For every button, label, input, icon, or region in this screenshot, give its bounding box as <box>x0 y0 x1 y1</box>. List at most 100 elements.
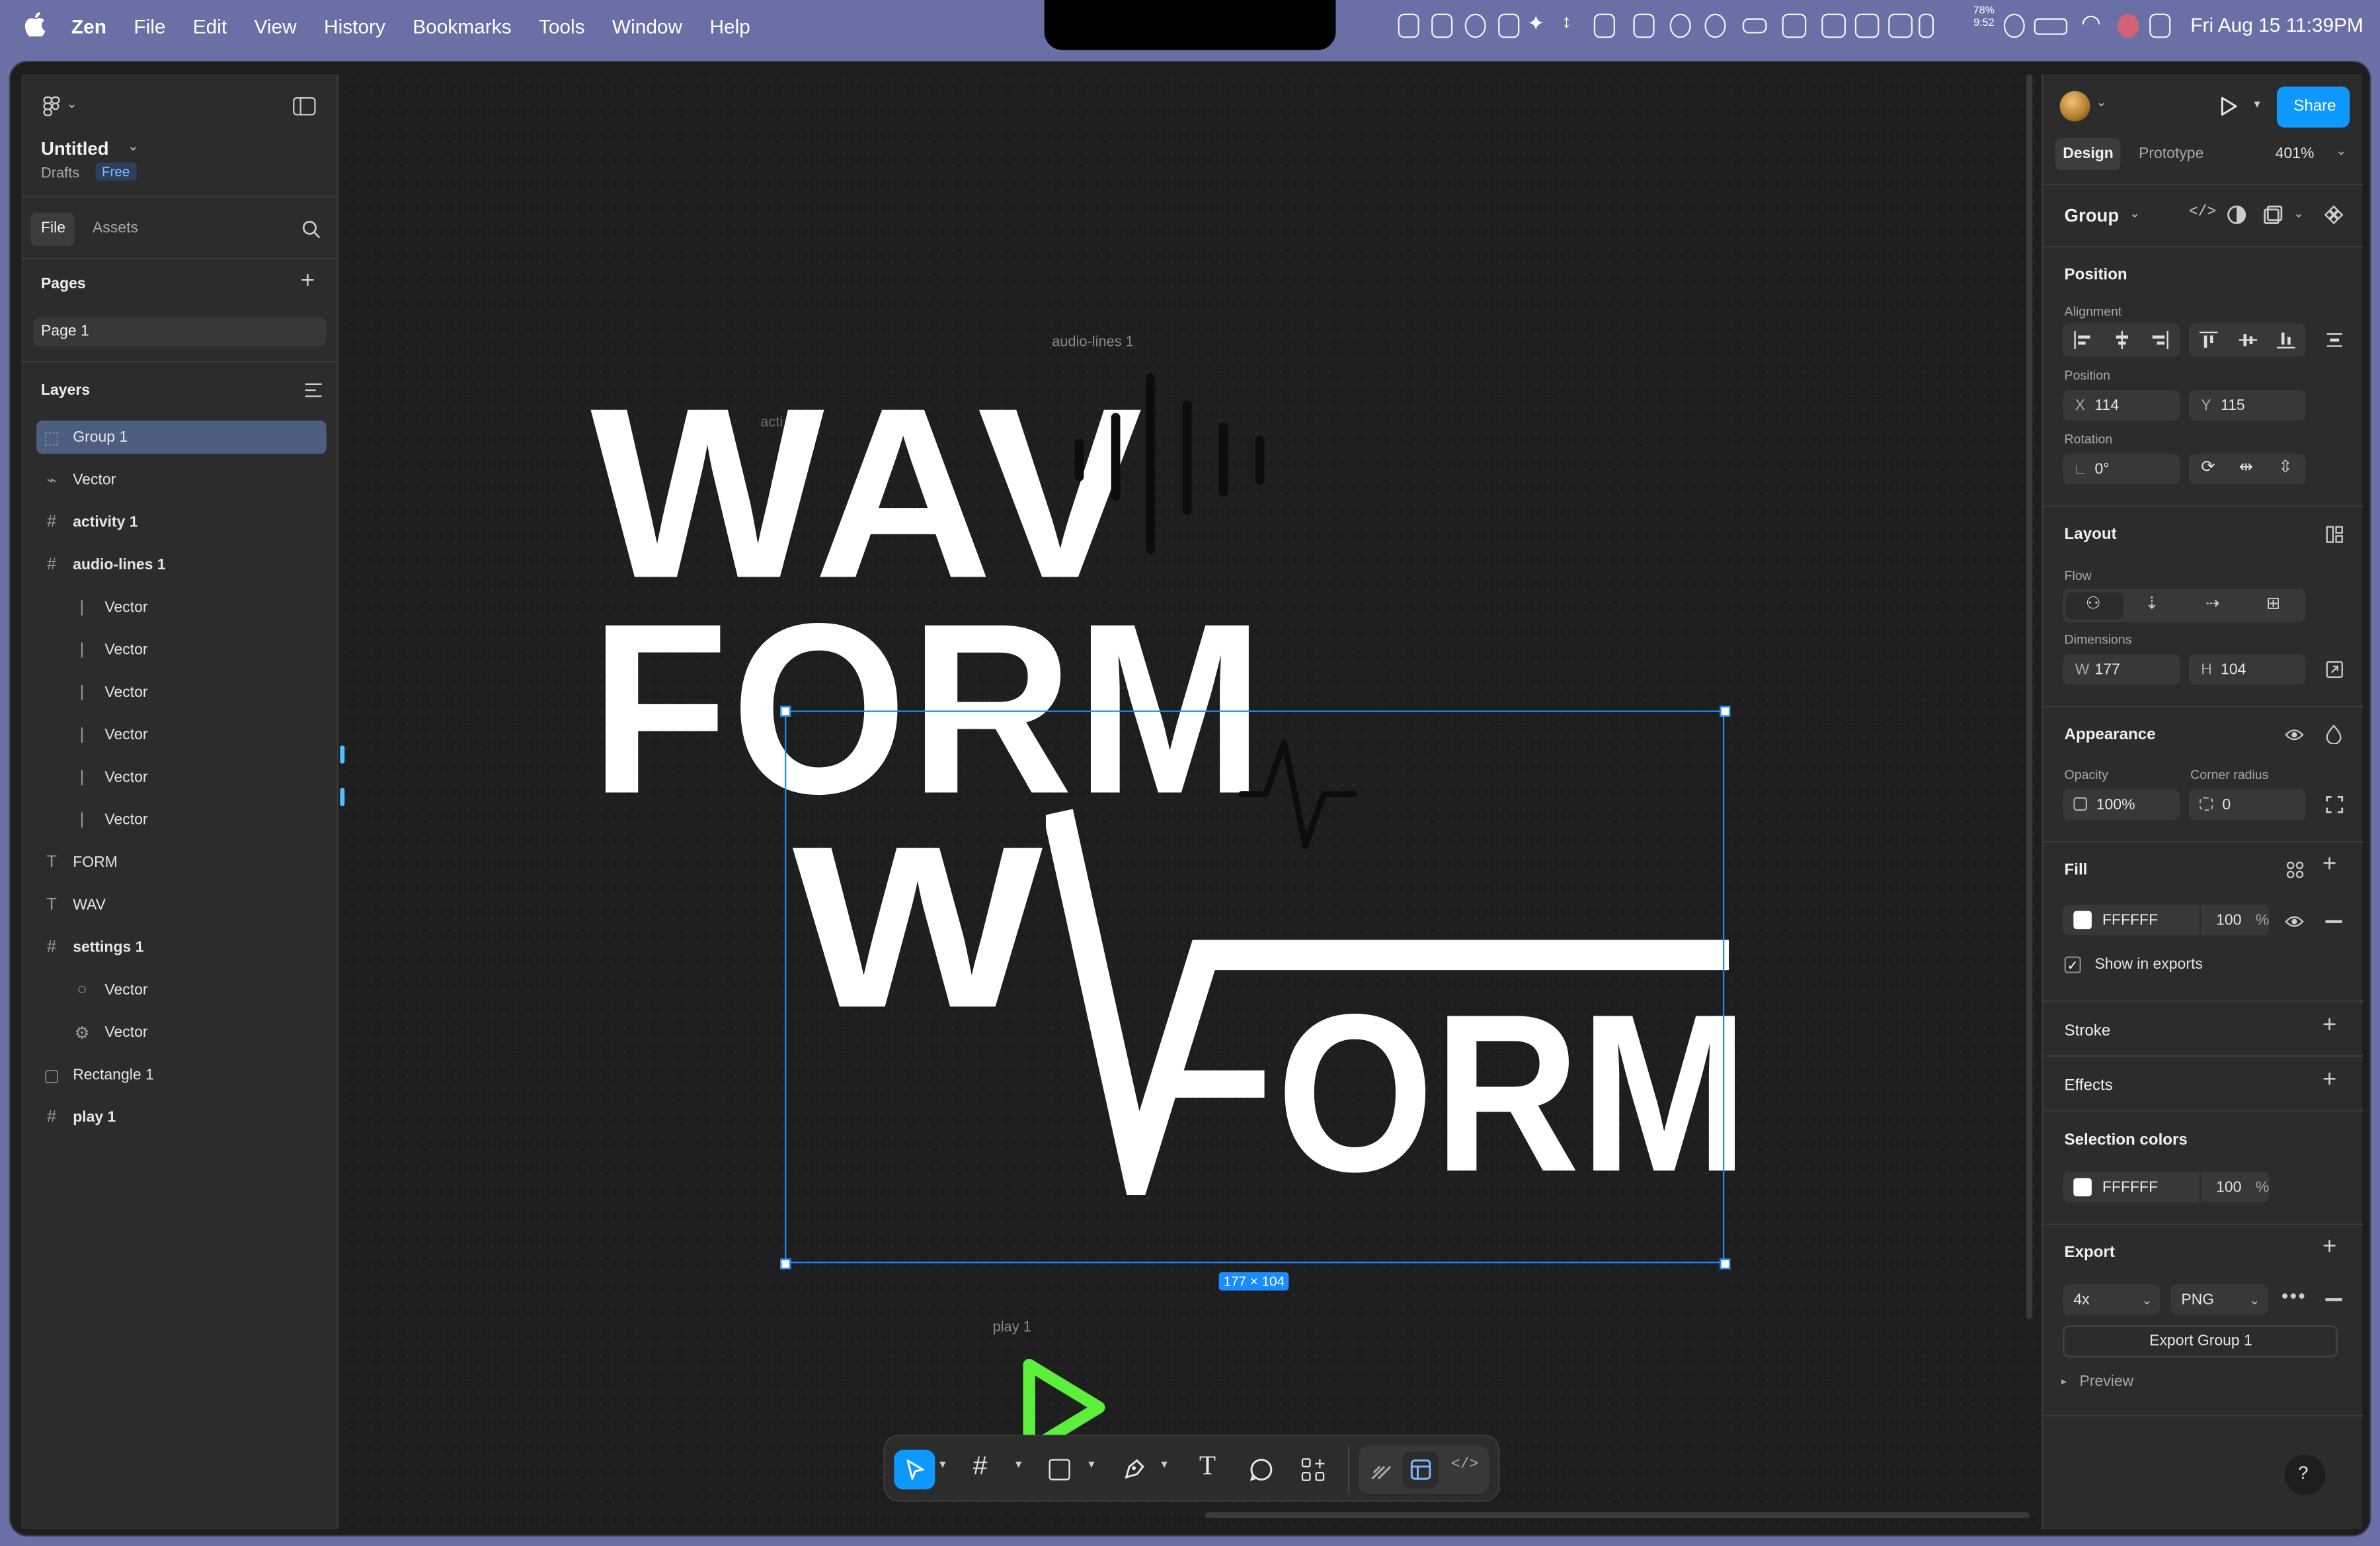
selection-type[interactable]: Group <box>2065 205 2120 226</box>
fill-visibility-eye-icon[interactable] <box>2284 914 2304 929</box>
layer-row[interactable]: ⬚ Group 1 <box>36 420 327 454</box>
selection-type-chevron-icon[interactable]: ⌄ <box>2129 206 2139 220</box>
style-library-icon[interactable] <box>2286 861 2305 879</box>
export-settings-icon[interactable]: ••• <box>2281 1284 2307 1307</box>
status-icon-1[interactable] <box>1398 13 1419 38</box>
flip-horizontal-icon[interactable]: ⇹ <box>2239 457 2253 477</box>
layer-row[interactable]: T WAV <box>36 888 327 922</box>
sparkle-icon[interactable]: ✦ <box>1527 11 1545 36</box>
compass-icon[interactable] <box>1669 13 1691 38</box>
play-circle-icon[interactable] <box>2003 13 2025 38</box>
avatar-chevron-icon[interactable]: ⌄ <box>2096 96 2106 110</box>
file-title[interactable]: Untitled <box>41 138 109 159</box>
dev-mode-icon[interactable]: </> <box>1451 1457 1478 1474</box>
selection-color-row[interactable]: FFFFFF 100 % <box>2063 1172 2270 1203</box>
y-field[interactable]: Y 115 <box>2188 390 2306 421</box>
constrain-proportions-icon[interactable] <box>2325 661 2344 679</box>
resize-handle-br[interactable] <box>1720 1258 1731 1270</box>
frame-tool-icon[interactable]: # <box>973 1451 988 1482</box>
layer-row[interactable]: ⚙ Vector <box>36 1016 327 1049</box>
move-tool-chevron-icon[interactable]: ▾ <box>939 1457 945 1471</box>
avatar[interactable] <box>2059 91 2090 122</box>
fill-swatch[interactable] <box>2073 911 2092 930</box>
text-tool-icon[interactable]: T <box>1199 1450 1216 1482</box>
export-format-select[interactable]: PNG ⌄ <box>2170 1284 2268 1315</box>
figma-logo-icon[interactable] <box>42 96 61 117</box>
preview-toggle[interactable]: Preview <box>2080 1374 2134 1391</box>
add-export-icon[interactable]: + <box>2322 1235 2336 1262</box>
selection-color-opacity[interactable]: 100 <box>2216 1179 2241 1196</box>
shape-tool-chevron-icon[interactable]: ▾ <box>1088 1457 1094 1471</box>
status-icon-3[interactable] <box>1464 13 1486 38</box>
flip-vertical-icon[interactable]: ⇳ <box>2278 457 2292 477</box>
arrows-icon[interactable]: ↕ <box>1562 11 1571 32</box>
flow-grid-icon[interactable]: ⊞ <box>2266 594 2280 614</box>
search-icon[interactable] <box>302 220 321 239</box>
audio-lines-icon[interactable] <box>1053 370 1273 560</box>
zoom-chevron-icon[interactable]: ⌄ <box>2336 144 2346 158</box>
layer-row[interactable]: # audio-lines 1 <box>36 548 327 582</box>
file-title-chevron-icon[interactable]: ⌄ <box>128 138 139 155</box>
component-icon[interactable] <box>2324 205 2344 225</box>
mask-chevron-icon[interactable]: ⌄ <box>2293 206 2303 220</box>
layer-row[interactable]: | Vector <box>36 803 327 837</box>
status-icon-11[interactable] <box>1919 13 1934 38</box>
flow-horizontal-icon[interactable]: ⇢ <box>2205 594 2219 614</box>
present-chevron-icon[interactable]: ▾ <box>2254 97 2260 111</box>
status-icon-4[interactable] <box>1498 13 1520 38</box>
layer-row[interactable]: | Vector <box>36 760 327 794</box>
fill-row[interactable]: FFFFFF 100 % <box>2063 905 2270 936</box>
main-menu-chevron-icon[interactable]: ⌄ <box>67 97 77 111</box>
bed-icon[interactable] <box>1742 18 1767 34</box>
layer-row[interactable]: | Vector <box>36 590 327 624</box>
visibility-eye-icon[interactable] <box>2284 727 2304 743</box>
rectangle-tool-icon[interactable] <box>1049 1459 1070 1481</box>
mask-icon[interactable] <box>2263 205 2283 225</box>
menu-file[interactable]: File <box>134 15 165 37</box>
add-stroke-icon[interactable]: + <box>2322 1012 2336 1039</box>
layer-row[interactable]: ▢ Rectangle 1 <box>36 1058 327 1092</box>
control-center-icon[interactable] <box>2149 13 2171 38</box>
rotate-90-icon[interactable]: ⟳ <box>2201 457 2215 477</box>
layer-row[interactable]: # activity 1 <box>36 506 327 540</box>
draw-mode-icon[interactable] <box>1370 1459 1392 1480</box>
frame-label-audio-lines[interactable]: audio-lines 1 <box>1052 334 1134 350</box>
x-field[interactable]: X 114 <box>2063 390 2180 421</box>
present-play-icon[interactable] <box>2219 96 2238 117</box>
menubar-clock[interactable]: Fri Aug 15 11:39PM <box>2190 14 2363 36</box>
tab-assets[interactable]: Assets <box>93 220 138 237</box>
horizontal-scrollbar[interactable] <box>1205 1512 2030 1518</box>
wifi-icon[interactable]: ◠ <box>2081 9 2101 36</box>
add-page-icon[interactable]: + <box>301 268 315 296</box>
move-tool-button[interactable] <box>894 1449 935 1490</box>
tab-design[interactable]: Design <box>2063 145 2114 162</box>
blend-mode-icon[interactable] <box>2325 724 2342 745</box>
remove-fill-icon[interactable] <box>2325 920 2342 922</box>
code-icon[interactable]: </> <box>2189 205 2216 222</box>
export-scale-select[interactable]: 4x ⌄ <box>2063 1284 2161 1315</box>
status-icon-2[interactable] <box>1431 13 1453 38</box>
align-middle-v-icon[interactable] <box>2239 331 2258 350</box>
selection-color-hex[interactable]: FFFFFF <box>2102 1179 2158 1196</box>
check-circle-icon[interactable] <box>1704 13 1726 38</box>
show-in-exports-checkbox[interactable]: ✓ <box>2064 956 2081 973</box>
resize-handle-bl[interactable] <box>780 1258 791 1270</box>
selection-box[interactable] <box>785 710 1725 1264</box>
pen-tool-chevron-icon[interactable]: ▾ <box>1161 1457 1167 1471</box>
status-icon-8[interactable] <box>1821 13 1846 38</box>
remove-export-icon[interactable] <box>2325 1298 2342 1301</box>
design-canvas[interactable]: audio-lines 1 acti WAV FORM W ORM 177 × … <box>340 74 2040 1529</box>
rotation-field[interactable]: ∟ 0° <box>2063 454 2180 485</box>
zoom-level[interactable]: 401% <box>2276 145 2315 162</box>
distribute-icon[interactable] <box>2325 331 2344 350</box>
selection-color-swatch[interactable] <box>2073 1178 2092 1197</box>
preview-chevron-icon[interactable]: ▸ <box>2061 1375 2067 1387</box>
layer-row[interactable]: | Vector <box>36 676 327 710</box>
battery-icon[interactable] <box>2034 18 2068 35</box>
comment-tool-icon[interactable] <box>1250 1457 1274 1482</box>
status-icon-5[interactable] <box>1593 13 1615 38</box>
menu-history[interactable]: History <box>324 15 385 37</box>
layer-row[interactable]: | Vector <box>36 633 327 667</box>
drafts-location[interactable]: Drafts <box>41 165 79 182</box>
resize-handle-tr[interactable] <box>1720 706 1731 717</box>
